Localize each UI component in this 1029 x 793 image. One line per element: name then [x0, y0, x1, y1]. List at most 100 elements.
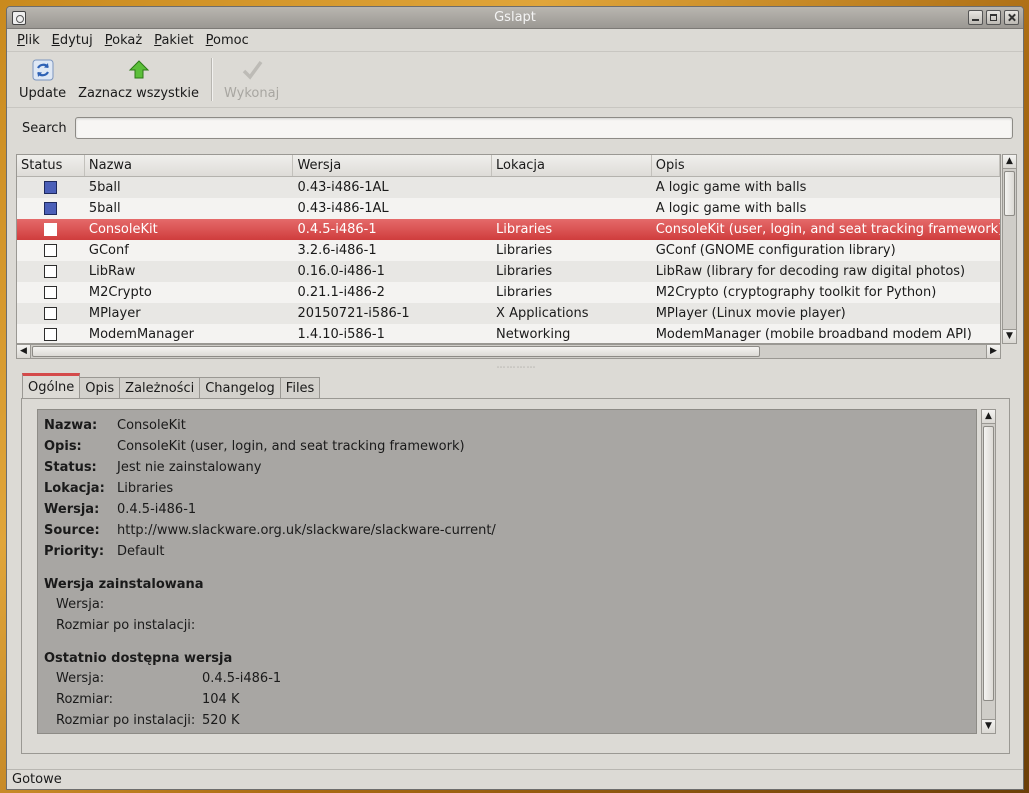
detail-value: 0.4.5-i486-1	[117, 502, 197, 517]
scroll-down-icon[interactable]: ▼	[1003, 329, 1016, 343]
update-button[interactable]: Update	[13, 52, 72, 107]
scroll-up-icon[interactable]: ▲	[1003, 155, 1016, 169]
menu-pokaż[interactable]: Pokaż	[99, 33, 148, 48]
tab-oglne[interactable]: Ogólne	[22, 373, 81, 399]
menu-mnemonic: P	[205, 32, 214, 48]
menu-plik[interactable]: Plik	[11, 33, 46, 48]
cell-description: MPlayer (Linux movie player)	[655, 306, 846, 321]
cell-description: GConf (GNOME configuration library)	[655, 243, 896, 258]
not-installed-status-icon[interactable]	[44, 265, 58, 278]
cell-name: ModemManager	[88, 327, 194, 342]
hscroll-thumb[interactable]	[32, 346, 760, 357]
cell-version: 20150721-i586-1	[297, 306, 410, 321]
scroll-right-icon[interactable]: ▶	[986, 345, 1000, 358]
cell-name: 5ball	[88, 180, 121, 195]
detail-key: Rozmiar:	[56, 692, 113, 707]
search-row: Search	[7, 108, 1023, 148]
detail-key: Wersja:	[56, 597, 105, 612]
tab-zalenoci[interactable]: Zależności	[119, 377, 201, 398]
detail-value: 104 K	[202, 692, 240, 707]
status-bar: Gotowe	[7, 769, 1023, 789]
refresh-icon	[31, 58, 55, 82]
scroll-up-icon[interactable]: ▲	[982, 410, 995, 424]
scroll-thumb[interactable]	[1004, 171, 1015, 216]
search-label: Search	[22, 120, 67, 136]
column-header-status[interactable]: Status	[17, 155, 85, 176]
toolbar: Update Zaznacz wszystkie Wykonaj	[7, 52, 1023, 108]
menu-pakiet[interactable]: Pakiet	[148, 33, 199, 48]
not-installed-status-icon[interactable]	[44, 328, 58, 341]
table-row[interactable]: ModemManager 1.4.10-i586-1 Networking Modem…	[17, 324, 1000, 343]
maximize-icon[interactable]	[986, 10, 1001, 25]
not-installed-status-icon[interactable]	[44, 223, 58, 236]
table-row[interactable]: GConf 3.2.6-i486-1 Libraries GConf (GNOME c…	[17, 240, 1000, 261]
package-table[interactable]: Status Nazwa Wersja Lokacja Opis 5ball 0.…	[16, 154, 1001, 344]
table-row[interactable]: M2Crypto 0.21.1-i486-2 Libraries M2Crypto (…	[17, 282, 1000, 303]
detail-row: Nazwa: ConsoleKit	[44, 415, 970, 436]
detail-value: http://www.slackware.org.uk/slackware/sl…	[117, 523, 496, 538]
cell-version: 0.43-i486-1AL	[297, 180, 389, 195]
cell-name: MPlayer	[88, 306, 141, 321]
table-row[interactable]: LibRaw 0.16.0-i486-1 Libraries LibRaw (libr…	[17, 261, 1000, 282]
table-row[interactable]: ConsoleKit 0.4.5-i486-1 Libraries ConsoleKi…	[17, 219, 1000, 240]
status-cell[interactable]	[17, 265, 85, 278]
column-header-version[interactable]: Wersja	[293, 155, 493, 176]
tab-changelog[interactable]: Changelog	[199, 377, 281, 398]
pane-resize-handle[interactable]: ⋯⋯⋯⋯	[16, 364, 1017, 373]
search-input[interactable]	[74, 117, 1013, 139]
execute-button[interactable]: Wykonaj	[218, 52, 285, 107]
status-cell[interactable]	[17, 307, 85, 320]
cell-location: Libraries	[496, 285, 553, 300]
column-header-location[interactable]: Lokacja	[492, 155, 652, 176]
installed-status-icon[interactable]	[44, 202, 58, 215]
detail-row: Priority: Default	[44, 541, 970, 562]
status-cell[interactable]	[17, 202, 85, 215]
arrow-up-icon	[127, 58, 151, 82]
section-heading: Ostatnio dostępna wersja	[44, 650, 233, 666]
details-vscrollbar[interactable]: ▲ ▼	[981, 409, 996, 734]
menu-mnemonic: E	[51, 32, 60, 48]
scroll-down-icon[interactable]: ▼	[982, 719, 995, 733]
tab-opis[interactable]: Opis	[79, 377, 121, 398]
status-cell[interactable]	[17, 328, 85, 341]
column-header-name[interactable]: Nazwa	[85, 155, 294, 176]
table-row[interactable]: MPlayer 20150721-i586-1 X Applications MPla…	[17, 303, 1000, 324]
detail-row: Rozmiar po instalacji:	[44, 615, 970, 636]
status-cell[interactable]	[17, 286, 85, 299]
cell-description: LibRaw (library for decoding raw digital…	[655, 264, 966, 279]
detail-row: Source: http://www.slackware.org.uk/slack…	[44, 520, 970, 541]
menu-label-rest: dytuj	[59, 32, 93, 48]
not-installed-status-icon[interactable]	[44, 286, 58, 299]
scroll-left-icon[interactable]: ◀	[17, 345, 31, 358]
tab-files[interactable]: Files	[279, 377, 321, 398]
cell-location: X Applications	[496, 306, 589, 321]
not-installed-status-icon[interactable]	[44, 307, 58, 320]
menu-pomoc[interactable]: Pomoc	[200, 33, 255, 48]
column-header-description[interactable]: Opis	[652, 155, 1000, 176]
table-row[interactable]: 5ball 0.43-i486-1AL A logic game with ball…	[17, 177, 1000, 198]
minimize-icon[interactable]	[968, 10, 983, 25]
select-all-button[interactable]: Zaznacz wszystkie	[72, 52, 205, 107]
table-header: Status Nazwa Wersja Lokacja Opis	[17, 155, 1000, 177]
cell-version: 3.2.6-i486-1	[297, 243, 377, 258]
menu-label-rest: lik	[24, 32, 40, 48]
detail-row: Wersja: 0.4.5-i486-1	[44, 668, 970, 689]
cell-location: Libraries	[496, 222, 553, 237]
details-tabs: Ogólne Opis Zależności Changelog Files	[22, 373, 321, 399]
cell-name: M2Crypto	[88, 285, 152, 300]
table-row[interactable]: 5ball 0.43-i486-1AL A logic game with ball…	[17, 198, 1000, 219]
status-cell[interactable]	[17, 181, 85, 194]
menu-edytuj[interactable]: Edytuj	[46, 33, 99, 48]
cell-location: Libraries	[496, 243, 553, 258]
package-list-hscrollbar[interactable]: ◀ ▶	[16, 344, 1001, 359]
detail-key: Status:	[44, 460, 97, 475]
scroll-thumb[interactable]	[983, 426, 994, 701]
close-icon[interactable]	[1004, 10, 1019, 25]
installed-status-icon[interactable]	[44, 181, 58, 194]
title-bar[interactable]: Gslapt	[7, 7, 1023, 29]
package-list-vscrollbar[interactable]: ▲ ▼	[1002, 154, 1017, 344]
not-installed-status-icon[interactable]	[44, 244, 58, 257]
menu-label-rest: omoc	[213, 32, 249, 48]
status-cell[interactable]	[17, 244, 85, 257]
status-cell[interactable]	[17, 223, 85, 236]
